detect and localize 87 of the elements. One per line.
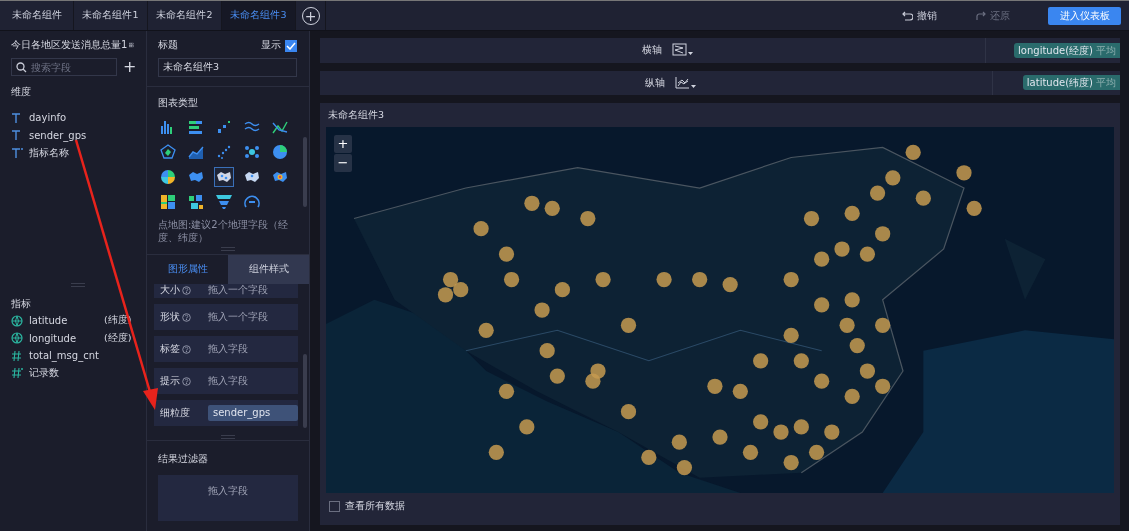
chart-type-button[interactable] [158,192,178,212]
field-pill[interactable]: sender_gps [208,405,298,421]
slot-placeholder: 拖入一个字段 [208,310,268,324]
chart-type-button[interactable] [186,192,206,212]
slot-placeholder: 拖入字段 [208,374,248,388]
chart-type-hint: 点地图:建议2个地理字段（经度、纬度） [158,218,289,244]
axis-type-button[interactable] [675,75,697,90]
undo-icon [902,10,913,21]
undo-button[interactable]: 撤销 [902,8,937,23]
chart-type-icon [159,193,177,211]
field-item[interactable]: 指标名称 [11,144,146,162]
check-icon [286,41,296,50]
text-type-icon [11,129,23,142]
field-item[interactable]: longitude (经度) [11,329,146,347]
field-item[interactable]: sender_gps [11,126,146,144]
zoom-in-button[interactable]: + [334,135,352,153]
title-input[interactable]: 未命名组件3 [158,58,297,77]
title-label: 标题 [158,39,178,52]
chart-type-icon [187,193,205,211]
number-type-icon [11,349,23,362]
field-item[interactable]: 记录数 [11,364,146,382]
chart-type-button[interactable] [158,142,178,162]
chart-type-icon [215,118,233,136]
add-field-button[interactable]: + [123,60,137,74]
text-type-icon [11,146,23,159]
slot-label: 形状 [160,310,180,324]
filter-label: 结果过滤器 [158,453,209,466]
chart-type-label: 图表类型 [158,97,199,110]
field-item[interactable]: total_msg_cnt [11,347,146,365]
slot-label: 标签 [160,342,180,356]
chart-type-button[interactable] [158,167,178,187]
drop-slot[interactable]: 提示 拖入字段 [154,368,298,394]
chart-type-icon [271,143,289,161]
search-input[interactable]: 搜索字段 [31,61,111,73]
help-icon [182,344,191,354]
text-type-icon [11,111,23,124]
section-title: 指标 [11,298,32,311]
enter-dashboard-button[interactable]: 进入仪表板 [1048,6,1121,25]
slot-label: 大小 [160,284,180,297]
help-icon [182,285,191,295]
drop-slot[interactable]: 形状 拖入一个字段 [154,304,298,330]
slot-label: 提示 [160,374,180,388]
chart-type-button[interactable] [214,192,234,212]
chart-type-icon [159,168,177,186]
axis-label: 横轴 [641,43,662,58]
drop-slot[interactable]: 大小 拖入一个字段 [154,284,298,298]
tab[interactable]: 组件样式 [228,255,309,284]
field-pill[interactable]: longitude(经度) 平均 [1014,42,1120,58]
chart-type-icon [215,193,233,211]
chart-type-icon [159,143,177,161]
section-title: 维度 [11,86,32,99]
checkbox[interactable] [329,501,340,512]
help-icon [182,376,191,386]
search-icon [16,61,27,73]
slot-placeholder: 拖入一个字段 [208,284,268,297]
zoom-out-button[interactable]: − [334,154,352,172]
filter-drop-zone[interactable]: 拖入字段 [158,475,298,521]
scrollbar[interactable] [303,354,307,428]
number-type-icon [11,367,23,380]
field-pill[interactable]: latitude(纬度) 平均 [1022,75,1120,91]
axis-label: 纵轴 [645,75,665,90]
field-item[interactable]: dayinfo [11,109,146,127]
chart-type-button[interactable] [214,167,234,187]
show-all-data-toggle[interactable]: 查看所有数据 [326,500,1114,513]
axis-type-button[interactable] [671,43,694,58]
slot-placeholder: 拖入字段 [208,342,248,356]
switch-dataset-icon [129,39,134,51]
slot-label: 细粒度 [160,406,190,420]
scrollbar[interactable] [303,137,307,207]
chart-type-icon [215,143,233,161]
globe-icon [11,314,23,327]
tab[interactable]: 未命名组件3 [222,1,296,30]
axis-type-icon [671,43,694,58]
help-icon [182,312,191,322]
chart-type-icon [187,118,205,136]
globe-icon [11,332,23,345]
axis-type-icon [675,75,697,90]
chart-type-button[interactable] [270,142,290,162]
chart-title: 未命名组件3 [327,108,386,122]
redo-icon [975,10,986,21]
dataset-name: 今日各地区发送消息总量1 [11,38,128,52]
drop-slot[interactable]: 标签 拖入字段 [154,336,298,362]
checkbox[interactable] [285,39,297,52]
chart-type-icon [243,143,261,161]
drop-slot[interactable]: 细粒度 sender_gps [154,400,298,426]
search-field[interactable]: 搜索字段 [11,58,117,76]
show-title-toggle[interactable]: 显示 [261,39,297,52]
